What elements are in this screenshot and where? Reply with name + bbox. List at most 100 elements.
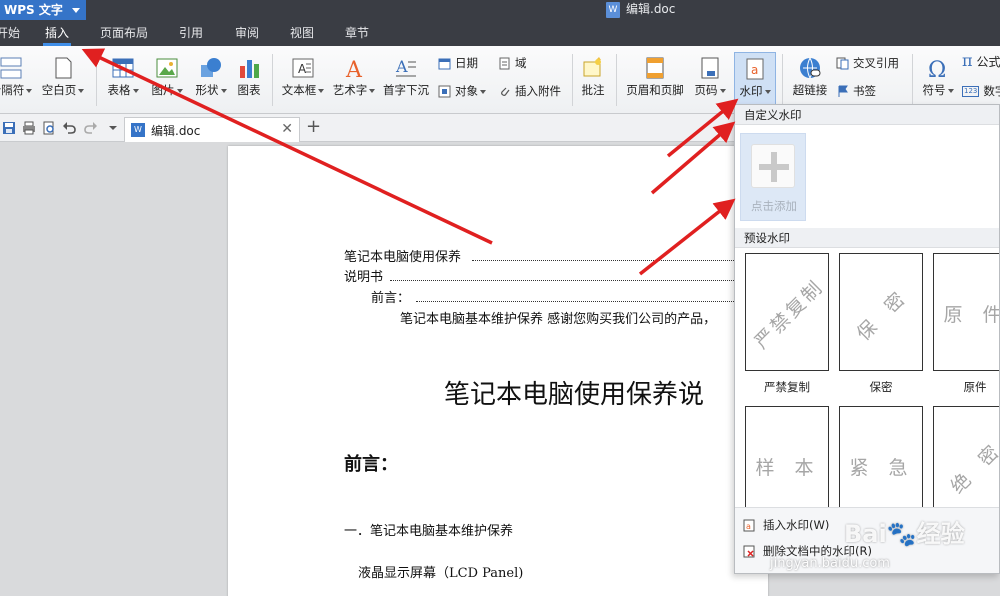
blank-page-button[interactable]: 空白页 [38, 56, 88, 97]
cross-reference-button[interactable]: 交叉引用 [836, 55, 899, 71]
wps-app-menu-button[interactable]: WPS 文字 [0, 0, 86, 20]
tab-references[interactable]: 引用 [179, 20, 203, 46]
page-number-button[interactable]: 页码 [690, 56, 730, 97]
comment-button[interactable]: 批注 [578, 56, 608, 97]
insert-watermark-menu-item[interactable]: a 插入水印(W) [743, 516, 829, 534]
new-tab-plus-icon[interactable]: + [306, 117, 321, 137]
table-button[interactable]: 表格 [102, 56, 144, 97]
ribbon-separator [782, 54, 783, 106]
customize-toolbar-chevron-icon[interactable] [106, 121, 120, 135]
ribbon-separator [572, 54, 573, 106]
shapes-label: 形状 [190, 83, 232, 97]
blank-page-label: 空白页 [38, 83, 88, 97]
preset-watermark-yanjinfuzhi[interactable]: 严禁复制 [745, 253, 829, 371]
number-button[interactable]: 123数字 [962, 83, 1000, 99]
preset-watermark-text: 严禁复制 [750, 275, 828, 353]
chart-icon [240, 60, 259, 78]
tab-chapter[interactable]: 章节 [345, 20, 369, 46]
date-label: 日期 [455, 56, 478, 70]
bookmark-button[interactable]: 书签 [836, 83, 876, 99]
chart-button[interactable]: 图表 [234, 56, 264, 97]
insert-watermark-label: 插入水印(W) [763, 518, 830, 532]
svg-text:a: a [746, 522, 751, 531]
header-footer-label: 页眉和页脚 [626, 83, 684, 97]
delete-watermark-menu-item[interactable]: 删除文档中的水印(R) [743, 542, 872, 560]
svg-text:A: A [345, 58, 363, 80]
cross-reference-label: 交叉引用 [853, 56, 899, 70]
watermark-actions: a 插入水印(W) 删除文档中的水印(R) [735, 507, 999, 573]
symbol-button[interactable]: Ω 符号 [918, 56, 958, 97]
drop-cap-button[interactable]: A 首字下沉 [378, 56, 434, 97]
hyperlink-button[interactable]: 超链接 [788, 56, 832, 97]
print-preview-icon[interactable] [42, 121, 56, 135]
add-custom-watermark-button[interactable]: 点击添加 [740, 133, 806, 221]
document-tab[interactable]: W 编辑.doc ✕ [124, 117, 300, 142]
preset-watermark-text: 原 件 [943, 303, 999, 326]
formula-button[interactable]: π 公式 [962, 53, 1000, 70]
body-text-line: 液晶显示屏幕（LCD Panel) [358, 566, 524, 581]
omega-icon: Ω [928, 58, 946, 80]
cross-reference-icon [836, 57, 849, 70]
object-button[interactable]: 对象 [438, 83, 486, 99]
drop-cap-icon: A [395, 57, 416, 77]
toc-leader [472, 260, 768, 261]
blank-page-icon [55, 57, 72, 79]
watermark-label: 水印 [735, 84, 775, 98]
print-icon[interactable] [22, 121, 36, 135]
date-button[interactable]: 日期 [438, 55, 478, 71]
tab-home[interactable]: 开始 [0, 20, 20, 46]
object-label: 对象 [455, 84, 478, 98]
svg-text:a: a [751, 63, 758, 77]
tab-view[interactable]: 视图 [290, 20, 314, 46]
tab-page-layout[interactable]: 页面布局 [100, 20, 148, 46]
preset-watermark-baomi[interactable]: 保 密 [839, 253, 923, 371]
textbox-button[interactable]: A 文本框 [278, 56, 328, 97]
save-icon[interactable] [2, 121, 16, 135]
preface-heading: 前言： [344, 454, 398, 475]
redo-icon[interactable] [84, 121, 98, 135]
close-tab-icon[interactable]: ✕ [281, 121, 293, 137]
ribbon-separator [272, 54, 273, 106]
watermark-button[interactable]: a 水印 [734, 52, 776, 108]
add-custom-watermark-label: 点击添加 [751, 199, 797, 213]
field-button[interactable]: 域 [498, 55, 527, 71]
insert-attachment-button[interactable]: 插入附件 [498, 83, 561, 99]
toc-entry: 前言： [371, 291, 411, 306]
ribbon-separator [912, 54, 913, 106]
section-heading: 一．笔记本电脑基本维护保养 [344, 524, 514, 539]
preset-watermark-label: 原件 [963, 380, 987, 394]
toc-leader [390, 280, 768, 281]
comment-icon [583, 57, 601, 77]
document-title: 笔记本电脑使用保养说 [444, 380, 705, 410]
document-page[interactable]: 笔记本电脑使用保养 说明书 前言： 笔记本电脑基本维护保养 感谢您购买我们公司的… [228, 146, 768, 596]
delete-watermark-label: 删除文档中的水印(R) [763, 544, 872, 558]
wordart-button[interactable]: A 艺术字 [332, 56, 376, 97]
shapes-button[interactable]: 形状 [190, 56, 232, 97]
header-footer-button[interactable]: 页眉和页脚 [622, 56, 688, 97]
picture-button[interactable]: 图片 [146, 56, 188, 97]
bookmark-icon [838, 85, 848, 97]
page-number-label: 页码 [690, 83, 730, 97]
bookmark-label: 书签 [853, 84, 876, 98]
preset-watermark-yuanjian[interactable]: 原 件 [933, 253, 999, 371]
toc-leader [416, 301, 768, 302]
number-label: 数字 [983, 84, 1000, 98]
page-break-icon [0, 57, 22, 79]
menu-tab-bar: 开始 插入 页面布局 引用 审阅 视图 章节 [0, 20, 1000, 46]
svg-text:A: A [395, 57, 408, 76]
tab-insert[interactable]: 插入 [42, 20, 72, 46]
table-label: 表格 [102, 83, 144, 97]
number-123-icon: 123 [962, 86, 980, 97]
calendar-icon [438, 58, 451, 70]
tab-review[interactable]: 审阅 [235, 20, 259, 46]
ribbon-separator [616, 54, 617, 106]
textbox-icon: A [292, 58, 314, 78]
window-title-text: 编辑.doc [626, 2, 676, 16]
header-footer-icon [646, 57, 664, 79]
insert-watermark-icon: a [743, 519, 755, 532]
undo-icon[interactable] [62, 121, 76, 135]
hyperlink-icon [800, 57, 821, 79]
page-break-button[interactable]: 分隔符 [0, 56, 36, 97]
preset-watermark-label: 严禁复制 [764, 380, 810, 394]
custom-watermark-header: 自定义水印 [735, 105, 999, 125]
